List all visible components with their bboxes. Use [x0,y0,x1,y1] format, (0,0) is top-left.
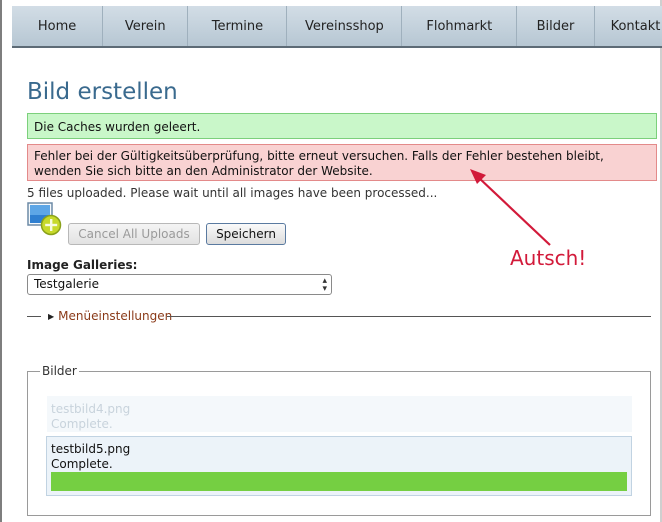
nav-item-flohmarkt[interactable]: Flohmarkt [402,6,518,46]
menu-settings-toggle[interactable]: ▶ Menüeinstellungen [48,309,172,323]
nav-item-vereinsshop[interactable]: Vereinsshop [287,6,403,46]
save-button[interactable]: Speichern [206,223,286,245]
file-item: testbild5.png Complete. [46,436,632,496]
cancel-uploads-button[interactable]: Cancel All Uploads [68,223,200,245]
file-name: testbild5.png [51,442,131,456]
annotation-arrow-icon [470,169,551,246]
page-left-border [0,0,2,522]
menu-settings-label: Menüeinstellungen [58,309,173,323]
menu-settings-divider-right [167,316,651,317]
upload-progress-fill [51,472,627,491]
image-galleries-label: Image Galleries: [27,258,138,272]
success-message: Die Caches wurden geleert. [27,113,657,139]
gallery-select-value: Testgalerie [34,277,99,291]
updown-arrows-icon: ▴ ▾ [322,276,327,294]
annotation-label: Autsch! [510,246,587,270]
gallery-select[interactable]: Testgalerie ▴ ▾ [27,274,332,295]
page-title: Bild erstellen [27,79,178,105]
add-image-icon[interactable] [27,202,63,236]
nav-item-bilder[interactable]: Bilder [517,6,595,46]
file-name: testbild4.png [51,402,131,416]
nav-item-termine[interactable]: Termine [188,6,288,46]
expand-triangle-icon: ▶ [48,311,55,321]
file-status: Complete. [51,457,113,471]
upload-progress-bar [51,472,627,491]
nav-item-kontakt[interactable]: Kontakt [595,6,662,46]
file-status: Complete. [51,417,113,431]
nav-item-home[interactable]: Home [12,6,104,46]
images-legend: Bilder [40,364,79,378]
nav-item-verein[interactable]: Verein [103,6,189,46]
file-item: testbild4.png Complete. [47,396,632,432]
main-navigation: Home Verein Termine Vereinsshop Flohmark… [12,6,662,48]
error-message: Fehler bei der Gültigkeitsüberprüfung, b… [27,144,657,181]
upload-status-text: 5 files uploaded. Please wait until all … [27,186,438,200]
menu-settings-divider-left [27,316,41,317]
